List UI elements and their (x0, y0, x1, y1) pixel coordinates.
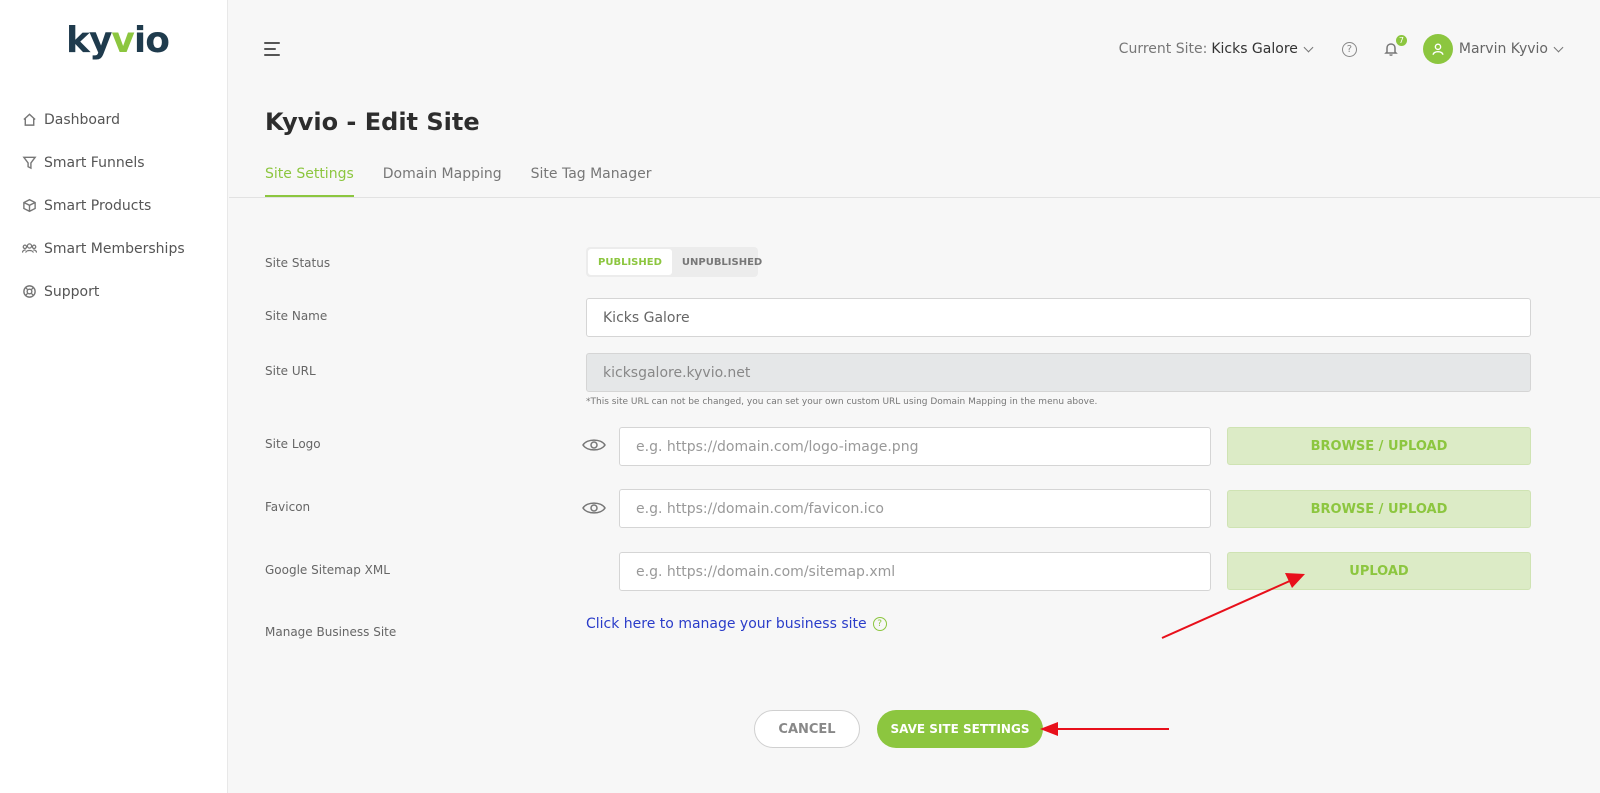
save-site-settings-button[interactable]: SAVE SITE SETTINGS (877, 710, 1043, 748)
current-site-label: Current Site: (1118, 41, 1208, 57)
sidebar: kyvio Dashboard Smart Funnels Smart Prod… (0, 0, 228, 793)
notification-bell[interactable]: 7 (1383, 35, 1407, 57)
lifebuoy-icon (18, 284, 40, 299)
site-url-label: Site URL (265, 364, 316, 378)
tab-site-settings[interactable]: Site Settings (265, 166, 354, 197)
site-url-hint: *This site URL can not be changed, you c… (586, 397, 1098, 407)
sitemap-upload-button[interactable]: UPLOAD (1227, 552, 1531, 590)
avatar[interactable] (1422, 34, 1453, 64)
favicon-input[interactable] (619, 489, 1211, 528)
sidebar-item-label: Smart Products (44, 197, 152, 214)
sidebar-item-label: Smart Memberships (44, 240, 185, 257)
chevron-down-icon (1303, 42, 1314, 52)
tab-bar: Site Settings Domain Mapping Site Tag Ma… (265, 166, 680, 197)
tabs-divider (229, 197, 1600, 198)
manage-business-site-label: Manage Business Site (265, 625, 397, 639)
menu-toggle-icon[interactable] (264, 42, 282, 58)
user-name[interactable]: Marvin Kyvio (1459, 41, 1548, 57)
funnel-icon (18, 155, 40, 170)
cancel-button[interactable]: CANCEL (754, 710, 860, 748)
site-logo-browse-upload-button[interactable]: BROWSE / UPLOAD (1227, 427, 1531, 465)
site-status-toggle: PUBLISHED UNPUBLISHED (586, 247, 762, 277)
sidebar-nav: Dashboard Smart Funnels Smart Products S… (18, 98, 185, 313)
logo-text-accent: v (111, 20, 134, 61)
page-title: Kyvio - Edit Site (265, 108, 480, 136)
sidebar-item-label: Smart Funnels (44, 154, 145, 171)
favicon-label: Favicon (265, 500, 311, 514)
sidebar-item-label: Dashboard (44, 111, 120, 128)
topbar-right: Current Site: Kicks Galore ? 7 Marvin Ky… (1118, 34, 1564, 64)
tab-site-tag-manager[interactable]: Site Tag Manager (531, 166, 652, 197)
favicon-browse-upload-button[interactable]: BROWSE / UPLOAD (1227, 490, 1531, 528)
logo-text-part: ky (66, 20, 112, 61)
sidebar-item-dashboard[interactable]: Dashboard (18, 98, 185, 141)
tab-domain-mapping[interactable]: Domain Mapping (383, 166, 502, 197)
site-logo-label: Site Logo (265, 437, 321, 451)
user-icon (1432, 43, 1444, 55)
kyvio-logo[interactable]: kyvio (66, 20, 170, 61)
home-icon (18, 112, 40, 127)
status-published-option[interactable]: PUBLISHED (588, 249, 672, 275)
sitemap-input[interactable] (619, 552, 1211, 591)
sidebar-item-label: Support (44, 283, 100, 300)
site-status-label: Site Status (265, 256, 331, 270)
question-icon[interactable]: ? (872, 617, 887, 631)
manage-business-site-link[interactable]: Click here to manage your business site … (586, 616, 887, 632)
eye-icon[interactable] (582, 437, 606, 453)
eye-icon[interactable] (582, 500, 606, 516)
site-name-label: Site Name (265, 309, 328, 323)
user-menu-chevron-icon[interactable] (1553, 42, 1564, 52)
users-icon (18, 241, 40, 256)
status-unpublished-option[interactable]: UNPUBLISHED (672, 249, 772, 275)
sidebar-item-smart-funnels[interactable]: Smart Funnels (18, 141, 185, 184)
manage-link-text[interactable]: Click here to manage your business site (586, 616, 867, 632)
sidebar-item-support[interactable]: Support (18, 270, 185, 313)
sidebar-item-smart-memberships[interactable]: Smart Memberships (18, 227, 185, 270)
notification-count-badge: 7 (1395, 35, 1407, 46)
current-site-selector[interactable]: Current Site: Kicks Galore (1118, 41, 1314, 57)
current-site-value: Kicks Galore (1211, 41, 1298, 57)
site-url-input (586, 353, 1531, 392)
box-icon (18, 198, 40, 213)
sitemap-label: Google Sitemap XML (265, 563, 390, 577)
site-logo-input[interactable] (619, 427, 1211, 466)
annotation-arrow-save (1040, 722, 1169, 736)
sidebar-item-smart-products[interactable]: Smart Products (18, 184, 185, 227)
help-icon[interactable]: ? (1341, 41, 1357, 57)
site-name-input[interactable] (586, 298, 1531, 337)
logo-text-part: io (133, 20, 170, 61)
